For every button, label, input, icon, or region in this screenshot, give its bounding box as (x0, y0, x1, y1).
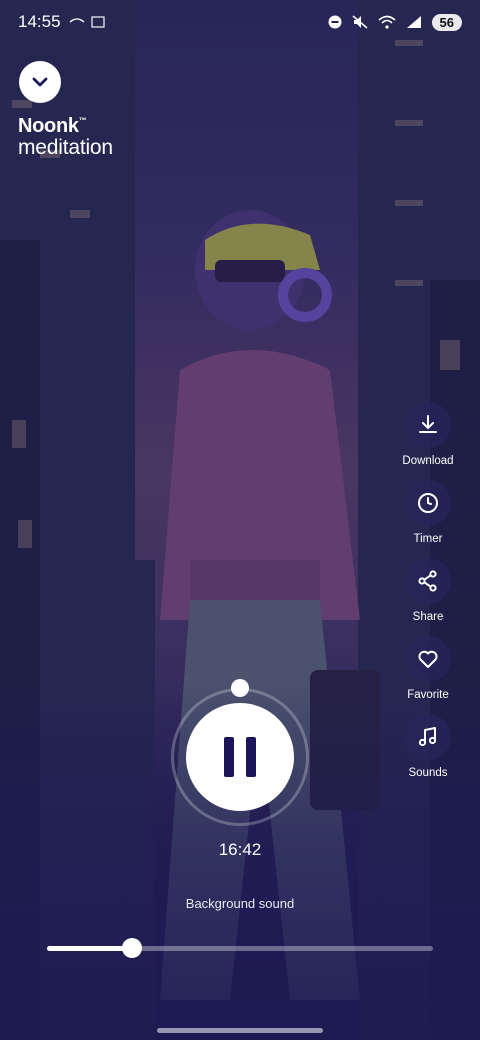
share-icon (418, 570, 437, 592)
signal-icon (406, 16, 421, 28)
favorite-label: Favorite (407, 689, 449, 701)
pause-button[interactable] (186, 703, 294, 811)
notification-icon (69, 18, 85, 23)
timer-label: Timer (413, 533, 443, 545)
home-indicator[interactable] (157, 1028, 323, 1033)
progress-ring-knob[interactable] (231, 679, 249, 697)
status-bar: 14:55 56 (0, 0, 480, 44)
background-sound-slider[interactable] (47, 938, 433, 958)
background-sound-label: Background sound (185, 896, 295, 911)
time-remaining: 16:42 (218, 840, 262, 859)
app-logo: Noonk™ meditation (18, 116, 113, 158)
download-button[interactable]: Download (402, 402, 454, 480)
sounds-label: Sounds (408, 767, 448, 779)
share-label: Share (412, 611, 444, 623)
logo-trademark: ™ (78, 116, 87, 125)
dnd-icon (328, 15, 342, 29)
mute-icon (352, 15, 368, 29)
wifi-icon (378, 15, 396, 29)
download-icon (419, 415, 437, 433)
action-column: Download Timer Share Favorite Sounds (394, 402, 462, 792)
slider-fill (47, 946, 132, 951)
logo-subtitle: meditation (18, 136, 113, 159)
status-time: 14:55 (18, 12, 61, 31)
pause-icon (224, 737, 256, 777)
favorite-button[interactable]: Favorite (405, 636, 451, 714)
collapse-button[interactable] (19, 61, 61, 103)
image-icon (90, 16, 105, 28)
heart-icon (418, 650, 438, 668)
timer-button[interactable]: Timer (405, 480, 451, 558)
sounds-button[interactable]: Sounds (405, 714, 451, 792)
logo-brand: Noonk (18, 115, 79, 137)
slider-thumb[interactable] (121, 938, 142, 958)
download-label: Download (402, 455, 454, 467)
chevron-down-icon (32, 77, 48, 87)
share-button[interactable]: Share (405, 558, 451, 636)
battery-indicator: 56 (431, 13, 462, 31)
clock-icon (418, 493, 438, 513)
music-note-icon (418, 727, 437, 747)
